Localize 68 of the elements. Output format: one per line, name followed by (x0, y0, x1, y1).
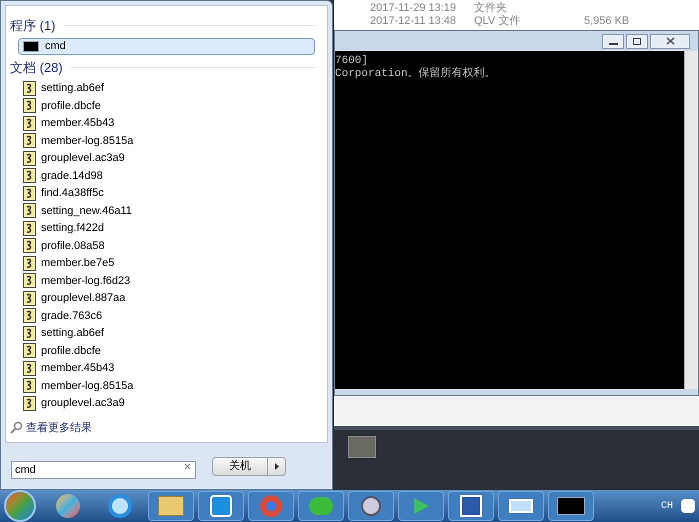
result-item[interactable]: profile.dbcfe (18, 97, 315, 114)
browser-icon[interactable] (108, 494, 132, 518)
group-header: 程序 (1) (10, 17, 56, 35)
result-item[interactable]: grouplevel.ac3a9 (18, 394, 315, 412)
type-cell-text: 文件夹 (474, 2, 508, 14)
result-item[interactable]: member.45b43 (18, 114, 315, 132)
result-item[interactable]: find.4a38ff5c (18, 184, 315, 202)
language-indicator[interactable]: CH (660, 498, 673, 514)
document-icon (23, 360, 36, 376)
size-cell: 5,956 KB (584, 15, 630, 28)
result-item[interactable]: member-log.8515a (18, 377, 315, 394)
search-icon (10, 421, 23, 434)
document-icon (23, 378, 36, 394)
document-icon (23, 326, 36, 341)
result-item[interactable]: setting.f422d (18, 220, 315, 237)
document-icon (23, 150, 36, 166)
result-item[interactable]: setting.ab6ef (18, 80, 315, 97)
document-icon (23, 220, 36, 236)
result-item[interactable]: profile.08a58 (18, 237, 315, 254)
shutdown-options-button[interactable] (268, 456, 286, 476)
close-icon (666, 37, 674, 45)
more-results-link[interactable]: 查看更多结果 (26, 420, 92, 436)
document-icon (23, 186, 36, 201)
document-icon (23, 98, 36, 114)
clear-icon[interactable] (184, 463, 191, 470)
result-item[interactable]: member-log.f6d23 (18, 272, 315, 290)
document-icon (23, 116, 36, 131)
document-icon (23, 273, 36, 288)
result-item[interactable]: grade.14d98 (18, 167, 315, 184)
start-button[interactable] (4, 490, 36, 522)
console-line: Corporation。保留所有权利。 (335, 68, 497, 81)
document-icon (23, 308, 36, 324)
search-field[interactable]: cmd (11, 461, 196, 479)
result-item[interactable]: setting.ab6ef (18, 324, 315, 342)
type-cell-text: QLV 文件 (474, 15, 522, 28)
document-icon (23, 80, 36, 96)
result-item[interactable]: member.be7e5 (18, 254, 315, 272)
result-item[interactable]: grouplevel.887aa (18, 290, 315, 307)
console-line: 7600] (335, 55, 370, 68)
document-app-icon[interactable] (448, 491, 494, 521)
document-icon (23, 238, 36, 254)
result-item[interactable]: cmd (18, 38, 315, 55)
result-item[interactable]: grade.763c6 (18, 307, 315, 324)
document-icon (23, 396, 36, 411)
folder-icon[interactable] (148, 491, 194, 521)
date-cell-text: 2017-11-29 13:19 (370, 2, 458, 15)
document-icon (23, 256, 36, 271)
close-button[interactable] (650, 34, 690, 48)
result-item[interactable]: member-log.8515a (18, 132, 315, 150)
document-icon (23, 203, 36, 218)
console-icon[interactable] (548, 491, 594, 521)
shutdown-button[interactable]: 关机 (212, 456, 268, 476)
result-item[interactable]: member.45b43 (18, 360, 315, 377)
result-item[interactable]: profile.dbcfe (18, 342, 315, 360)
date-cell-text: 2017-12-11 13:48 (370, 15, 458, 28)
group-header: 文档 (28) (10, 59, 63, 77)
document-icon (23, 290, 36, 306)
window-icon[interactable] (498, 491, 544, 521)
scrollbar[interactable] (684, 51, 698, 389)
minimize-button[interactable] (602, 34, 624, 48)
restore-button[interactable] (626, 34, 648, 48)
caret-icon (274, 462, 278, 470)
document-icon (23, 133, 36, 148)
console-icon (23, 40, 39, 52)
result-item[interactable]: setting_new.46a11 (18, 202, 315, 220)
document-icon (23, 343, 36, 358)
document-icon (23, 168, 36, 184)
result-item[interactable]: grouplevel.ac3a9 (18, 150, 315, 167)
